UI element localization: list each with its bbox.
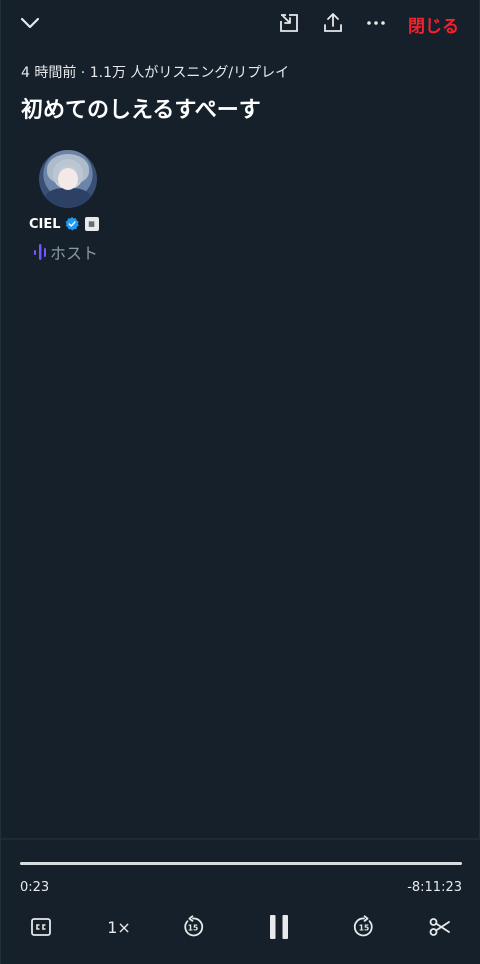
space-meta: 4 時間前 · 1.1万 人がリスニング/リプレイ — [21, 65, 290, 81]
verified-badge-icon — [65, 217, 79, 231]
host-name-row: CIEL ▦ — [29, 216, 99, 232]
rewind-15-icon: 15 — [184, 915, 204, 937]
captions-button[interactable] — [24, 910, 58, 944]
forward-15-button[interactable]: 15 — [347, 910, 381, 944]
elapsed-time: 0:23 — [20, 880, 50, 895]
svg-text:15: 15 — [188, 924, 198, 933]
playback-speed-button[interactable]: 1× — [100, 910, 138, 944]
scissors-icon — [429, 918, 450, 936]
avatar[interactable] — [39, 150, 97, 208]
playback-speed: 1× — [107, 917, 131, 937]
close-button[interactable]: 閉じる — [408, 12, 459, 37]
share-button[interactable] — [318, 8, 348, 38]
svg-text:15: 15 — [359, 924, 369, 933]
top-bar: 閉じる — [1, 0, 479, 46]
affiliate-badge-icon: ▦ — [84, 217, 99, 231]
avatar-body — [45, 188, 91, 208]
chevron-down-icon — [20, 17, 40, 29]
dock-icon — [280, 14, 298, 32]
pause-button[interactable] — [262, 910, 296, 944]
playback-bar: 0:23 -8:11:23 1× 15 15 — [1, 838, 480, 964]
clip-button[interactable] — [423, 910, 457, 944]
more-button[interactable] — [361, 8, 391, 38]
audio-bars-icon — [34, 244, 46, 260]
space-player-window: 閉じる 4 時間前 · 1.1万 人がリスニング/リプレイ 初めてのしえるすぺー… — [0, 0, 480, 964]
host-role-row: ホスト — [33, 240, 98, 264]
pause-icon — [270, 915, 288, 939]
host-role: ホスト — [50, 244, 99, 263]
dock-button[interactable] — [274, 8, 304, 38]
host-name: CIEL — [29, 216, 61, 232]
collapse-button[interactable] — [15, 8, 45, 38]
progress-fill — [20, 862, 462, 865]
progress-slider[interactable] — [20, 862, 462, 865]
share-icon — [324, 13, 342, 32]
playback-controls: 1× 15 15 — [1, 910, 480, 946]
avatar-face — [58, 168, 78, 190]
more-icon — [367, 21, 385, 25]
space-title: 初めてのしえるすぺーす — [21, 98, 261, 123]
cc-icon — [31, 918, 51, 936]
forward-15-icon: 15 — [353, 915, 373, 937]
rewind-15-button[interactable]: 15 — [176, 910, 210, 944]
remaining-time: -8:11:23 — [407, 880, 462, 895]
